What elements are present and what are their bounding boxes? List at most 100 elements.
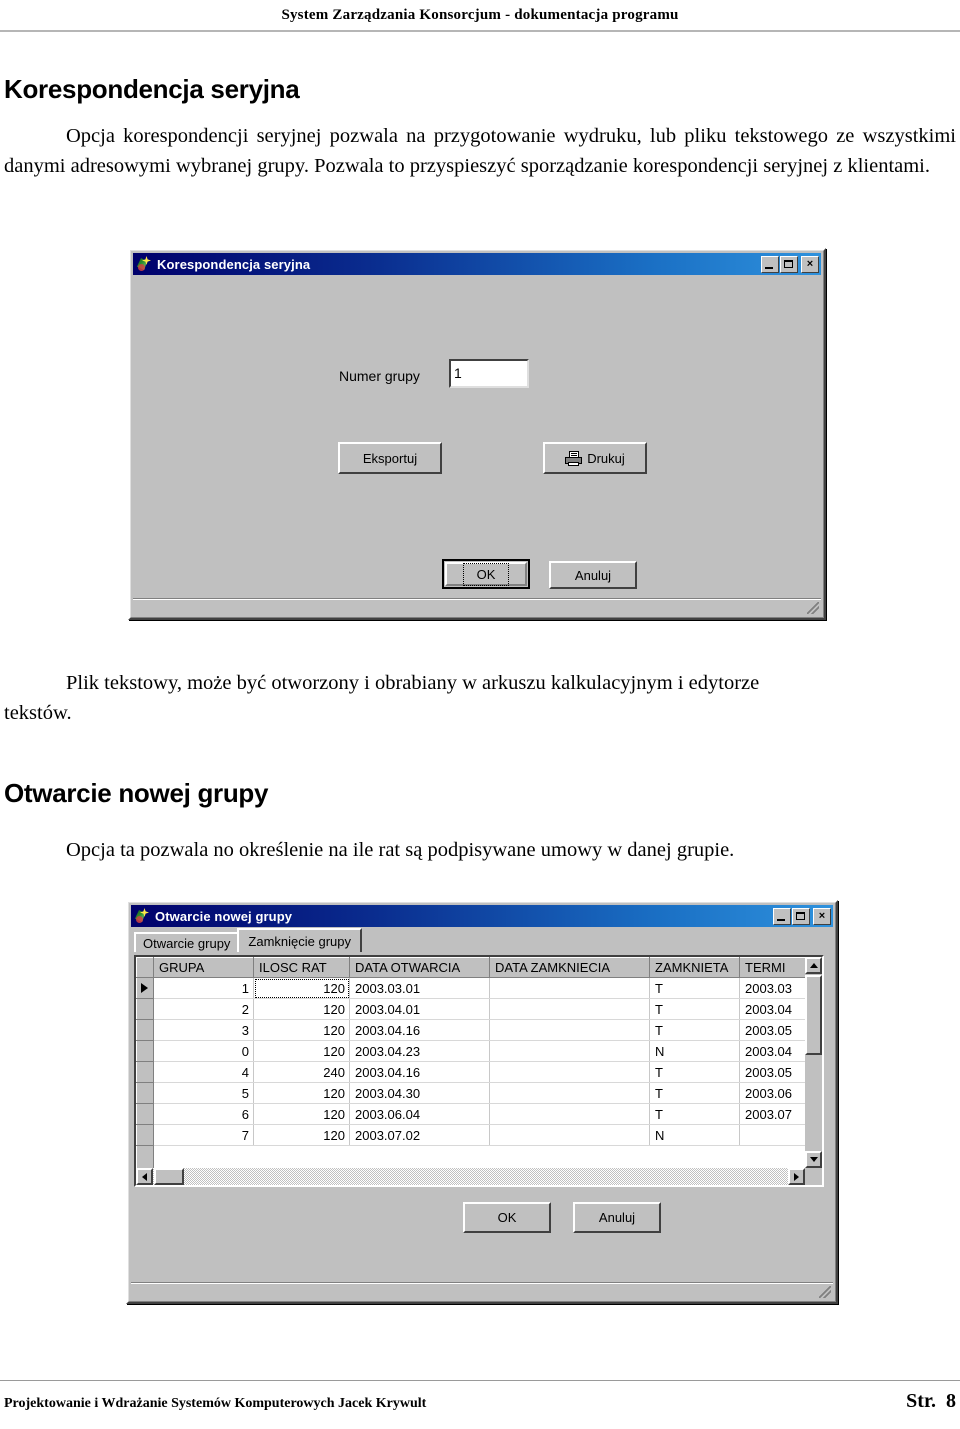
cell-data-zamkniecia[interactable] (489, 1124, 650, 1146)
cell-data-otwarcia[interactable]: 2003.04.23 (349, 1040, 490, 1062)
row-indicator[interactable] (136, 1082, 154, 1104)
cell-data-otwarcia[interactable]: 2003.04.01 (349, 998, 490, 1020)
row-indicator[interactable] (136, 1040, 154, 1062)
minimize-icon[interactable] (773, 907, 791, 925)
cell-zamknieta[interactable]: N (649, 1124, 740, 1146)
cell-termin[interactable]: 2003.04 (739, 1040, 805, 1062)
close-icon[interactable]: × (813, 907, 831, 925)
cell-zamknieta[interactable]: T (649, 1061, 740, 1083)
cell-grupa[interactable]: 3 (153, 1019, 254, 1041)
cell-termin[interactable]: 2003.06 (739, 1082, 805, 1104)
cell-data-otwarcia[interactable]: 2003.04.30 (349, 1082, 490, 1104)
scroll-left-button[interactable] (136, 1168, 153, 1185)
cell-ilosc-rat[interactable]: 240 (253, 1061, 350, 1083)
cell-zamknieta[interactable]: N (649, 1040, 740, 1062)
scroll-down-button[interactable] (805, 1151, 822, 1168)
maximize-icon[interactable] (780, 255, 798, 273)
cell-termin[interactable] (739, 1124, 805, 1146)
grid-vertical-scroll-thumb[interactable] (805, 975, 822, 1055)
col-data-zamkniecia[interactable]: DATA ZAMKNIECIA (489, 957, 650, 978)
table-row[interactable]: 3 120 2003.04.16 T 2003.05 (136, 1019, 805, 1041)
table-row[interactable]: 0 120 2003.04.23 N 2003.04 (136, 1040, 805, 1062)
maximize-icon[interactable] (792, 907, 810, 925)
anuluj-button[interactable]: Anuluj (573, 1202, 661, 1233)
cell-data-zamkniecia[interactable] (489, 1040, 650, 1062)
grid-horizontal-scrollbar[interactable] (136, 1168, 805, 1185)
cell-zamknieta[interactable]: T (649, 1103, 740, 1125)
cell-termin[interactable]: 2003.05 (739, 1019, 805, 1041)
cell-data-zamkniecia[interactable] (489, 1103, 650, 1125)
cell-data-zamkniecia[interactable] (489, 1082, 650, 1104)
cell-grupa[interactable]: 7 (153, 1124, 254, 1146)
table-row[interactable]: 2 120 2003.04.01 T 2003.04 (136, 998, 805, 1020)
drukuj-button[interactable]: Drukuj (543, 442, 647, 474)
cell-data-otwarcia[interactable]: 2003.07.02 (349, 1124, 490, 1146)
cell-data-otwarcia[interactable]: 2003.06.04 (349, 1103, 490, 1125)
cell-zamknieta[interactable]: T (649, 977, 740, 999)
col-termin[interactable]: TERMI (739, 957, 805, 978)
cell-termin[interactable]: 2003.07 (739, 1103, 805, 1125)
cell-ilosc-rat[interactable]: 120 (253, 1124, 350, 1146)
col-ilosc-rat[interactable]: ILOSC RAT (253, 957, 350, 978)
cell-ilosc-rat[interactable]: 120 (253, 977, 350, 999)
row-indicator[interactable] (136, 1019, 154, 1041)
resize-grip-icon[interactable] (807, 602, 819, 614)
table-row[interactable]: 4 240 2003.04.16 T 2003.05 (136, 1061, 805, 1083)
tab-otwarcie-grupy[interactable]: Otwarcie grupy (134, 932, 240, 952)
close-icon[interactable]: × (801, 255, 819, 273)
ok-button[interactable]: OK (442, 559, 530, 589)
cell-grupa[interactable]: 4 (153, 1061, 254, 1083)
cell-data-zamkniecia[interactable] (489, 1061, 650, 1083)
cell-ilosc-rat[interactable]: 120 (253, 1040, 350, 1062)
cell-data-zamkniecia[interactable] (489, 1019, 650, 1041)
grid-horizontal-scroll-thumb[interactable] (154, 1168, 184, 1185)
row-indicator[interactable] (136, 977, 154, 999)
cell-ilosc-rat[interactable]: 120 (253, 1082, 350, 1104)
groups-data-grid[interactable]: GRUPA ILOSC RAT DATA OTWARCIA DATA ZAMKN… (134, 955, 824, 1187)
cell-zamknieta[interactable]: T (649, 998, 740, 1020)
row-indicator[interactable] (136, 1103, 154, 1125)
ok-button[interactable]: OK (463, 1202, 551, 1233)
cell-ilosc-rat[interactable]: 120 (253, 1019, 350, 1041)
dialog2-titlebar[interactable]: Otwarcie nowej grupy × (131, 905, 833, 927)
grid-vertical-scrollbar[interactable] (805, 957, 822, 1168)
anuluj-button[interactable]: Anuluj (549, 561, 637, 589)
col-grupa[interactable]: GRUPA (153, 957, 254, 978)
cell-grupa[interactable]: 5 (153, 1082, 254, 1104)
numer-grupy-input[interactable]: 1 (449, 359, 529, 388)
col-data-otwarcia[interactable]: DATA OTWARCIA (349, 957, 490, 978)
resize-grip-icon[interactable] (819, 1286, 831, 1298)
cell-grupa[interactable]: 6 (153, 1103, 254, 1125)
scroll-up-button[interactable] (805, 957, 822, 974)
table-row[interactable]: 5 120 2003.04.30 T 2003.06 (136, 1082, 805, 1104)
cell-data-otwarcia[interactable]: 2003.04.16 (349, 1019, 490, 1041)
row-indicator[interactable] (136, 1061, 154, 1083)
row-indicator[interactable] (136, 998, 154, 1020)
cell-grupa[interactable]: 1 (153, 977, 254, 999)
cell-zamknieta[interactable]: T (649, 1019, 740, 1041)
minimize-icon[interactable] (761, 255, 779, 273)
cell-data-otwarcia[interactable]: 2003.03.01 (349, 977, 490, 999)
cell-data-otwarcia[interactable]: 2003.04.16 (349, 1061, 490, 1083)
cell-ilosc-rat[interactable]: 120 (253, 1103, 350, 1125)
cell-data-zamkniecia[interactable] (489, 998, 650, 1020)
cell-termin[interactable]: 2003.04 (739, 998, 805, 1020)
arrow-right-icon (794, 1172, 799, 1181)
cell-grupa[interactable]: 2 (153, 998, 254, 1020)
cell-termin[interactable]: 2003.03 (739, 977, 805, 999)
cell-termin[interactable]: 2003.05 (739, 1061, 805, 1083)
table-row[interactable]: 6 120 2003.06.04 T 2003.07 (136, 1103, 805, 1125)
eksportuj-button[interactable]: Eksportuj (338, 442, 442, 474)
cell-zamknieta[interactable]: T (649, 1082, 740, 1104)
cell-data-zamkniecia[interactable] (489, 977, 650, 999)
cell-grupa[interactable]: 0 (153, 1040, 254, 1062)
row-header-corner (136, 957, 154, 978)
tab-zamkniecie-grupy[interactable]: Zamknięcie grupy (237, 928, 363, 952)
row-indicator[interactable] (136, 1124, 154, 1146)
dialog1-titlebar[interactable]: Korespondencja seryjna × (133, 253, 821, 275)
cell-ilosc-rat[interactable]: 120 (253, 998, 350, 1020)
scroll-right-button[interactable] (788, 1168, 805, 1185)
col-zamknieta[interactable]: ZAMKNIETA (649, 957, 740, 978)
table-row[interactable]: 7 120 2003.07.02 N (136, 1124, 805, 1146)
table-row[interactable]: 1 120 2003.03.01 T 2003.03 (136, 977, 805, 999)
